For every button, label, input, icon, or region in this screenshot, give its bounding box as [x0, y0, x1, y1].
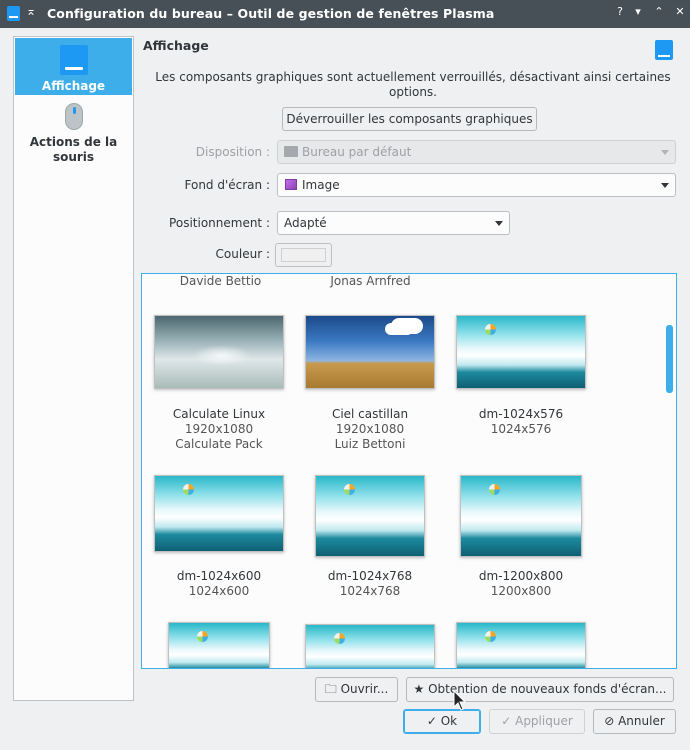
unlock-widgets-button[interactable]: Déverrouiller les composants graphiques: [282, 107, 537, 131]
maximize-button[interactable]: ⌃: [651, 5, 667, 18]
wallpaper-gallery[interactable]: Davide Bettio Jonas Arnfred Calculate Li…: [141, 273, 677, 669]
wallpaper-thumbnail[interactable]: [168, 622, 270, 668]
layout-combo[interactable]: Bureau par défaut: [277, 140, 676, 164]
color-label: Couleur :: [215, 247, 270, 261]
sidebar-item-affichage[interactable]: Affichage: [15, 38, 132, 95]
wallpaper-thumbnail: [154, 315, 284, 389]
cancel-button-label: Annuler: [618, 714, 665, 728]
open-button-label: Ouvrir...: [340, 682, 389, 696]
ok-button[interactable]: ✓ Ok: [403, 709, 481, 734]
sidebar-item-mouse-actions[interactable]: Actions de la souris: [15, 99, 132, 169]
wallpaper-caption: dm-1024x600 1024x600: [144, 569, 294, 599]
wallpaper-author: Jonas Arnfred: [330, 274, 411, 288]
wallpaper-author: Luiz Bettoni: [334, 437, 406, 451]
gallery-scrollbar-thumb[interactable]: [666, 325, 673, 393]
wallpaper-thumbnail: [315, 475, 425, 557]
wallpaper-name: Ciel castillan: [331, 407, 409, 421]
wallpaper-thumbnail[interactable]: [456, 622, 586, 668]
wallpaper-label: Fond d'écran :: [184, 178, 271, 192]
wallpaper-thumbnail[interactable]: [305, 624, 435, 668]
wallpaper-caption: Calculate Linux 1920x1080 Calculate Pack: [144, 407, 294, 452]
positioning-combo[interactable]: Adapté: [277, 211, 510, 235]
wallpaper-value: Image: [302, 178, 340, 192]
color-swatch: [281, 248, 326, 262]
wallpaper-caption: dm-1024x576 1024x576: [446, 407, 596, 437]
wallpaper-name: dm-1200x800: [478, 569, 564, 583]
close-button[interactable]: ✕: [672, 5, 688, 18]
wallpaper-size: 1024x600: [188, 584, 250, 598]
folder-icon: [284, 146, 298, 157]
wallpaper-author: Calculate Pack: [175, 437, 263, 451]
wallpaper-thumbnail: [460, 475, 582, 557]
chevron-down-icon: [661, 150, 669, 155]
mouse-icon: [65, 103, 83, 130]
sidebar: Affichage Actions de la souris: [13, 36, 134, 701]
lock-message: Les composants graphiques sont actuellem…: [155, 70, 671, 99]
layout-value: Bureau par défaut: [302, 145, 412, 159]
chevron-down-icon: [495, 221, 503, 226]
apply-button-label: Appliquer: [515, 714, 573, 728]
sidebar-item-label: Actions de la souris: [29, 135, 118, 164]
wallpaper-name: Calculate Linux: [172, 407, 266, 421]
wallpaper-caption: dm-1024x768 1024x768: [295, 569, 445, 599]
cancel-button[interactable]: ⊘ Annuler: [593, 709, 676, 734]
wallpaper-name: dm-1024x600: [176, 569, 262, 583]
keep-above-icon[interactable]: ⌅: [26, 4, 36, 18]
color-picker-button[interactable]: [275, 243, 332, 267]
layout-label: Disposition :: [195, 145, 270, 159]
open-button[interactable]: 🗀 Ouvrir...: [315, 677, 398, 702]
wallpaper-thumbnail: [456, 315, 586, 389]
wallpaper-name: dm-1024x768: [327, 569, 413, 583]
wallpaper-thumbnail: [154, 475, 284, 552]
wallpaper-combo[interactable]: Image: [277, 173, 676, 197]
window-title: Configuration du bureau – Outil de gesti…: [47, 6, 495, 21]
positioning-value: Adapté: [284, 216, 327, 230]
cancel-icon: ⊘: [604, 714, 615, 728]
wallpaper-author: Davide Bettio: [179, 274, 262, 288]
page-title: Affichage: [143, 38, 209, 53]
minimize-button[interactable]: ▾: [630, 5, 646, 18]
wallpaper-caption: dm-1200x800 1200x800: [446, 569, 596, 599]
check-icon: ✓: [426, 714, 437, 728]
get-new-wallpapers-button[interactable]: ★ Obtention de nouveaux fonds d'écran...: [406, 677, 674, 702]
display-icon: [655, 40, 673, 60]
wallpaper-size: 1200x800: [490, 584, 552, 598]
help-button[interactable]: ?: [612, 5, 628, 18]
display-icon: [60, 45, 88, 75]
title-bar: ⌅ Configuration du bureau – Outil de ges…: [0, 0, 690, 28]
chevron-down-icon: [661, 183, 669, 188]
folder-icon: 🗀: [324, 682, 337, 696]
wallpaper-thumbnail: [305, 315, 435, 389]
ok-button-label: Ok: [440, 714, 458, 728]
apply-button[interactable]: ✓ Appliquer: [489, 709, 585, 734]
wallpaper-name: dm-1024x576: [478, 407, 564, 421]
wallpaper-size: 1024x576: [490, 422, 552, 436]
wallpaper-size: 1024x768: [339, 584, 401, 598]
wallpaper-size: 1920x1080: [184, 422, 254, 436]
sidebar-item-label: Affichage: [41, 79, 106, 93]
check-icon: ✓: [501, 714, 512, 728]
image-icon: [285, 179, 297, 190]
wallpaper-caption: Ciel castillan 1920x1080 Luiz Bettoni: [295, 407, 445, 452]
positioning-label: Positionnement :: [169, 216, 270, 230]
app-icon: [7, 6, 20, 21]
star-icon: ★: [413, 682, 425, 696]
wallpaper-size: 1920x1080: [335, 422, 405, 436]
